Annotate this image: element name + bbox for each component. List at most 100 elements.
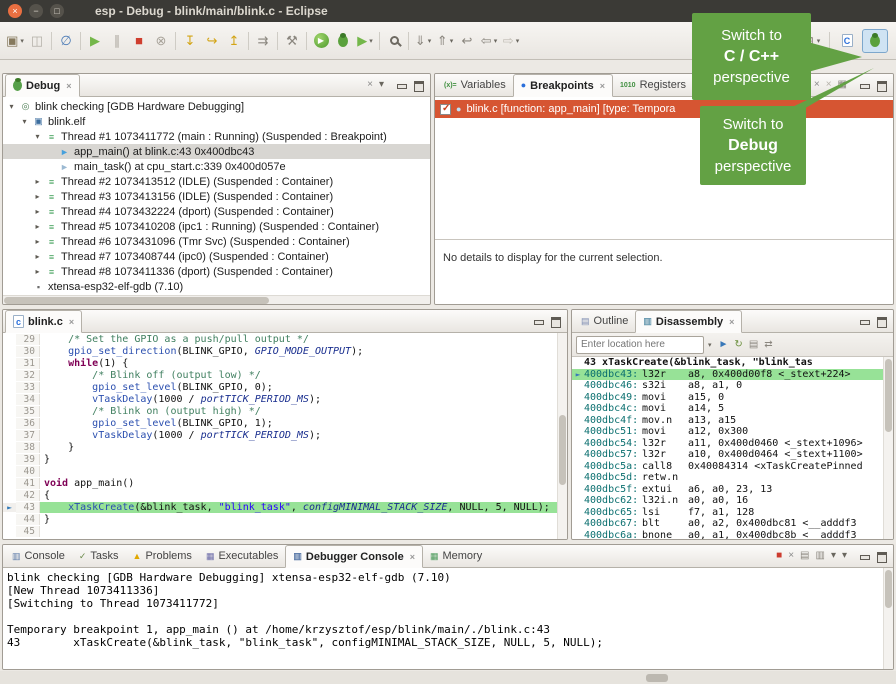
- external-tools-button[interactable]: ▶▾: [354, 29, 376, 53]
- remove-launch-icon[interactable]: ×: [788, 551, 794, 561]
- close-icon[interactable]: ×: [729, 317, 734, 327]
- dropdown-caret-icon[interactable]: ▾: [708, 341, 712, 349]
- code-line[interactable]: 44}: [3, 513, 567, 525]
- line-number[interactable]: 29: [16, 334, 40, 345]
- step-return-button[interactable]: ↥: [223, 29, 245, 53]
- tab-executables[interactable]: ▦Executables: [199, 545, 285, 567]
- code-line[interactable]: 40: [3, 465, 567, 477]
- disassembly-row[interactable]: 400dbc49:movia15, 0: [572, 392, 893, 404]
- window-close-button[interactable]: ×: [8, 4, 22, 18]
- scrollbar-thumb[interactable]: [559, 415, 566, 485]
- maximize-icon[interactable]: [876, 551, 887, 562]
- code-line[interactable]: 39}: [3, 453, 567, 465]
- debug-tree-item[interactable]: ▸≡Thread #2 1073413512 (IDLE) (Suspended…: [3, 174, 430, 189]
- minimize-icon[interactable]: [859, 551, 870, 562]
- build-button[interactable]: ⚒: [281, 29, 303, 53]
- line-number[interactable]: 39: [16, 454, 40, 465]
- back-button[interactable]: ⇦▾: [478, 29, 500, 53]
- tree-expander-icon[interactable]: ▸: [33, 252, 42, 261]
- disassembly-row[interactable]: ►400dbc43:l32ra8, 0x400d00f8 <_stext+224…: [572, 369, 893, 381]
- close-icon[interactable]: ×: [600, 81, 605, 91]
- tab-console[interactable]: ▥Console: [5, 545, 72, 567]
- tab-outline[interactable]: ▤Outline: [574, 310, 635, 332]
- disassembly-row[interactable]: 400dbc67:blta0, a2, 0x400dbc81 <__adddf3: [572, 518, 893, 530]
- debug-tree-item[interactable]: ▪xtensa-esp32-elf-gdb (7.10): [3, 279, 430, 294]
- code-line[interactable]: 41void app_main(): [3, 477, 567, 489]
- code-line[interactable]: 34 vTaskDelay(1000 / portTICK_PERIOD_MS)…: [3, 393, 567, 405]
- minimize-icon[interactable]: [396, 80, 407, 91]
- line-number[interactable]: 33: [16, 382, 40, 393]
- line-number[interactable]: 37: [16, 430, 40, 441]
- resume-button[interactable]: ▶: [84, 29, 106, 53]
- code-line[interactable]: 35 /* Blink on (output high) */: [3, 405, 567, 417]
- forward-button[interactable]: ⇨▾: [500, 29, 522, 53]
- disassembly-row[interactable]: 400dbc5a:call80x40084314 <xTaskCreatePin…: [572, 461, 893, 473]
- tab-debugger-console[interactable]: ▥Debugger Console×: [285, 545, 423, 568]
- minimize-icon[interactable]: [533, 316, 544, 327]
- tab-breakpoints[interactable]: ●Breakpoints×: [513, 74, 613, 97]
- goto-program-counter-icon[interactable]: ►: [719, 340, 729, 350]
- disassembly-row[interactable]: 400dbc5d:retw.n: [572, 472, 893, 484]
- maximize-icon[interactable]: [413, 80, 424, 91]
- line-number[interactable]: 35: [16, 406, 40, 417]
- debug-tree-item[interactable]: ▾≡Thread #1 1073411772 (main : Running) …: [3, 129, 430, 144]
- run-button[interactable]: ▶: [310, 29, 332, 53]
- scrollbar-thumb[interactable]: [4, 297, 269, 304]
- debug-tree-item[interactable]: ▸≡Thread #6 1073431096 (Tmr Svc) (Suspen…: [3, 234, 430, 249]
- scrollbar-thumb[interactable]: [885, 570, 892, 608]
- debug-tree-item[interactable]: ▸≡Thread #3 1073413156 (IDLE) (Suspended…: [3, 189, 430, 204]
- bottom-scrollbar-thumb[interactable]: [646, 674, 668, 682]
- debug-tree-item[interactable]: ▾▣blink.elf: [3, 114, 430, 129]
- tree-expander-icon[interactable]: ▾: [33, 132, 42, 141]
- scrollbar-thumb[interactable]: [885, 359, 892, 432]
- tab-blink-c[interactable]: c blink.c ×: [5, 310, 82, 333]
- tree-expander-icon[interactable]: ▾: [20, 117, 29, 126]
- debug-tree-item[interactable]: ▸≡Thread #5 1073410208 (ipc1 : Running) …: [3, 219, 430, 234]
- disassembly-row[interactable]: 400dbc57:l32ra10, 0x400d0464 <_stext+110…: [572, 449, 893, 461]
- line-number[interactable]: 40: [16, 466, 40, 477]
- disassembly-row[interactable]: 400dbc51:movia12, 0x300: [572, 426, 893, 438]
- debug-tree-item[interactable]: ▸≡Thread #4 1073432224 (dport) (Suspende…: [3, 204, 430, 219]
- open-console-icon[interactable]: ▾: [842, 551, 847, 561]
- step-over-button[interactable]: ↪: [201, 29, 223, 53]
- tree-expander-icon[interactable]: ▸: [33, 177, 42, 186]
- line-number[interactable]: 45: [16, 526, 40, 537]
- code-line[interactable]: 32 /* Blink off (output low) */: [3, 369, 567, 381]
- tab-registers[interactable]: 1010Registers: [613, 74, 693, 96]
- tree-expander-icon[interactable]: ▸: [33, 267, 42, 276]
- line-number[interactable]: 44: [16, 514, 40, 525]
- maximize-icon[interactable]: [876, 316, 887, 327]
- editor-scrollbar[interactable]: [557, 333, 567, 539]
- code-line[interactable]: 31 while(1) {: [3, 357, 567, 369]
- horizontal-scrollbar[interactable]: [3, 295, 430, 304]
- terminate-button[interactable]: ■: [128, 29, 150, 53]
- show-source-icon[interactable]: ▤: [749, 340, 758, 350]
- tab-problems[interactable]: ▲Problems: [126, 545, 199, 567]
- display-selected-console-icon[interactable]: ▾: [831, 551, 836, 561]
- last-edit-location-button[interactable]: ↩: [456, 29, 478, 53]
- suspend-button[interactable]: ∥: [106, 29, 128, 53]
- terminate-icon[interactable]: ■: [776, 551, 782, 561]
- step-into-button[interactable]: ↧: [179, 29, 201, 53]
- minimize-icon[interactable]: [859, 316, 870, 327]
- debug-tree-item[interactable]: ►main_task() at cpu_start.c:339 0x400d05…: [3, 159, 430, 174]
- tree-expander-icon[interactable]: ▾: [7, 102, 16, 111]
- line-number[interactable]: 30: [16, 346, 40, 357]
- tree-expander-icon[interactable]: ▸: [33, 237, 42, 246]
- previous-annotation-button[interactable]: ⇑▾: [434, 29, 456, 53]
- code-line[interactable]: 29 /* Set the GPIO as a push/pull output…: [3, 333, 567, 345]
- code-line[interactable]: 33 gpio_set_level(BLINK_GPIO, 0);: [3, 381, 567, 393]
- console-scrollbar[interactable]: [883, 568, 893, 669]
- maximize-icon[interactable]: [550, 316, 561, 327]
- next-annotation-button[interactable]: ⇓▾: [412, 29, 434, 53]
- disassembly-row[interactable]: 400dbc65:lsif7, a1, 128: [572, 507, 893, 519]
- debug-tree-item[interactable]: ►app_main() at blink.c:43 0x400dbc43: [3, 144, 430, 159]
- code-line[interactable]: 42{: [3, 489, 567, 501]
- scroll-lock-icon[interactable]: ▥: [815, 551, 824, 561]
- disassembly-row[interactable]: 400dbc54:l32ra11, 0x400d0460 <_stext+109…: [572, 438, 893, 450]
- debug-tree-item[interactable]: ▸≡Thread #8 1073411336 (dport) (Suspende…: [3, 264, 430, 279]
- line-number[interactable]: 41: [16, 478, 40, 489]
- line-number[interactable]: 34: [16, 394, 40, 405]
- debug-tree-item[interactable]: ▸≡Thread #7 1073408744 (ipc0) (Suspended…: [3, 249, 430, 264]
- code-line[interactable]: ►43 xTaskCreate(&blink_task, "blink_task…: [3, 501, 567, 513]
